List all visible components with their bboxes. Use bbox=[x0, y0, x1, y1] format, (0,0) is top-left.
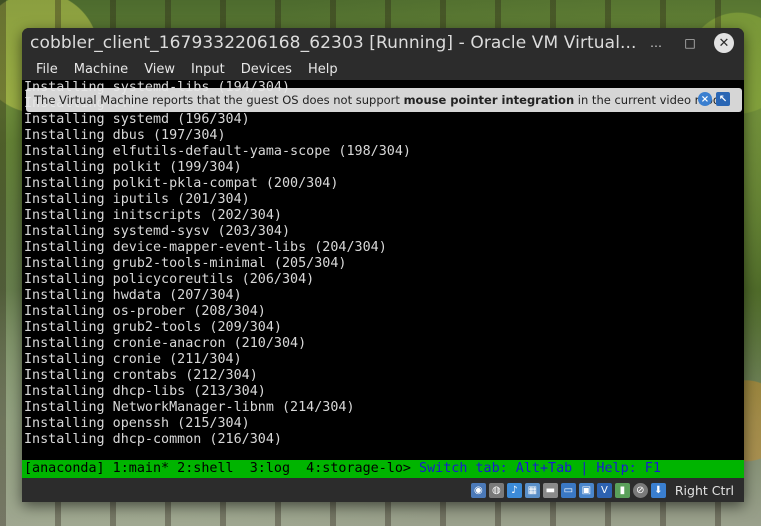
console-line: Installing grub2-tools-minimal (205/304) bbox=[24, 256, 347, 271]
menu-machine[interactable]: Machine bbox=[66, 62, 136, 77]
close-notification-icon[interactable]: × bbox=[698, 92, 712, 106]
menu-bar: File Machine View Input Devices Help bbox=[22, 58, 744, 80]
recording-icon[interactable]: V bbox=[596, 482, 612, 498]
cpu-icon: ▮ bbox=[614, 482, 630, 498]
audio-icon[interactable]: ♪ bbox=[506, 482, 522, 498]
console-line: Installing cronie-anacron (210/304) bbox=[24, 336, 307, 351]
notification-text: The Virtual Machine reports that the gue… bbox=[34, 93, 731, 107]
mouse-pointer-icon[interactable]: ↖ bbox=[716, 92, 730, 106]
console-line: Installing dbus (197/304) bbox=[24, 128, 226, 143]
shared-folder-icon[interactable]: ▭ bbox=[560, 482, 576, 498]
usb-icon[interactable]: ▬ bbox=[542, 482, 558, 498]
menu-help[interactable]: Help bbox=[300, 62, 346, 77]
console-line: Installing dhcp-common (216/304) bbox=[24, 432, 282, 447]
console-line: Installing openssh (215/304) bbox=[24, 416, 250, 431]
console-line: Installing NetworkManager-libnm (214/304… bbox=[24, 400, 355, 415]
notification-actions: × ↖ bbox=[698, 92, 730, 106]
tmux-help: Switch tab: Alt+Tab | Help: F1 bbox=[419, 461, 669, 476]
console-line: Installing device-mapper-event-libs (204… bbox=[24, 240, 387, 255]
notification-banner: The Virtual Machine reports that the gue… bbox=[26, 88, 742, 112]
console-line: Installing policycoreutils (206/304) bbox=[24, 272, 315, 287]
mouse-integration-icon[interactable]: ⊘ bbox=[632, 482, 648, 498]
console-line: Installing cronie (211/304) bbox=[24, 352, 242, 367]
display-icon[interactable]: ▣ bbox=[578, 482, 594, 498]
console-line: Installing dhcp-libs (213/304) bbox=[24, 384, 266, 399]
console-line: Installing systemd-sysv (203/304) bbox=[24, 224, 291, 239]
menu-input[interactable]: Input bbox=[183, 62, 233, 77]
vm-console[interactable]: Installing systemd-libs (194/304)Install… bbox=[22, 80, 744, 460]
console-line: Installing initscripts (202/304) bbox=[24, 208, 282, 223]
console-line: Installing polkit-pkla-compat (200/304) bbox=[24, 176, 339, 191]
tmux-status-bar: [anaconda] 1:main* 2:shell 3:log 4:stora… bbox=[22, 460, 744, 478]
console-line: Installing os-prober (208/304) bbox=[24, 304, 266, 319]
network-icon[interactable]: ▦ bbox=[524, 482, 540, 498]
keyboard-icon[interactable]: ⬇ bbox=[650, 482, 666, 498]
console-output: Installing systemd-libs (194/304)Install… bbox=[24, 80, 411, 448]
console-line: Installing polkit (199/304) bbox=[24, 160, 242, 175]
menu-devices[interactable]: Devices bbox=[233, 62, 300, 77]
menu-file[interactable]: File bbox=[28, 62, 66, 77]
console-line: Installing hwdata (207/304) bbox=[24, 288, 242, 303]
tmux-windows: [anaconda] 1:main* 2:shell 3:log 4:stora… bbox=[24, 461, 420, 476]
console-line: Installing iputils (201/304) bbox=[24, 192, 250, 207]
optical-drive-icon[interactable]: ◍ bbox=[488, 482, 504, 498]
hard-disk-icon[interactable]: ◉ bbox=[470, 482, 486, 498]
host-key-label: Right Ctrl bbox=[674, 482, 734, 498]
menu-view[interactable]: View bbox=[136, 62, 183, 77]
minimize-button[interactable]: … bbox=[646, 33, 666, 53]
console-line: Installing elfutils-default-yama-scope (… bbox=[24, 144, 411, 159]
console-line: Installing systemd (196/304) bbox=[24, 112, 250, 127]
vm-status-bar: ◉ ◍ ♪ ▦ ▬ ▭ ▣ V ▮ ⊘ ⬇ Right Ctrl bbox=[22, 478, 744, 502]
console-line: Installing grub2-tools (209/304) bbox=[24, 320, 282, 335]
console-line: Installing crontabs (212/304) bbox=[24, 368, 258, 383]
title-bar[interactable]: cobbler_client_1679332206168_62303 [Runn… bbox=[22, 28, 744, 58]
close-button[interactable]: ✕ bbox=[714, 33, 734, 53]
vm-window: cobbler_client_1679332206168_62303 [Runn… bbox=[22, 28, 744, 502]
maximize-button[interactable]: □ bbox=[680, 33, 700, 53]
window-title: cobbler_client_1679332206168_62303 [Runn… bbox=[30, 33, 637, 53]
window-controls: … □ ✕ bbox=[646, 33, 734, 53]
